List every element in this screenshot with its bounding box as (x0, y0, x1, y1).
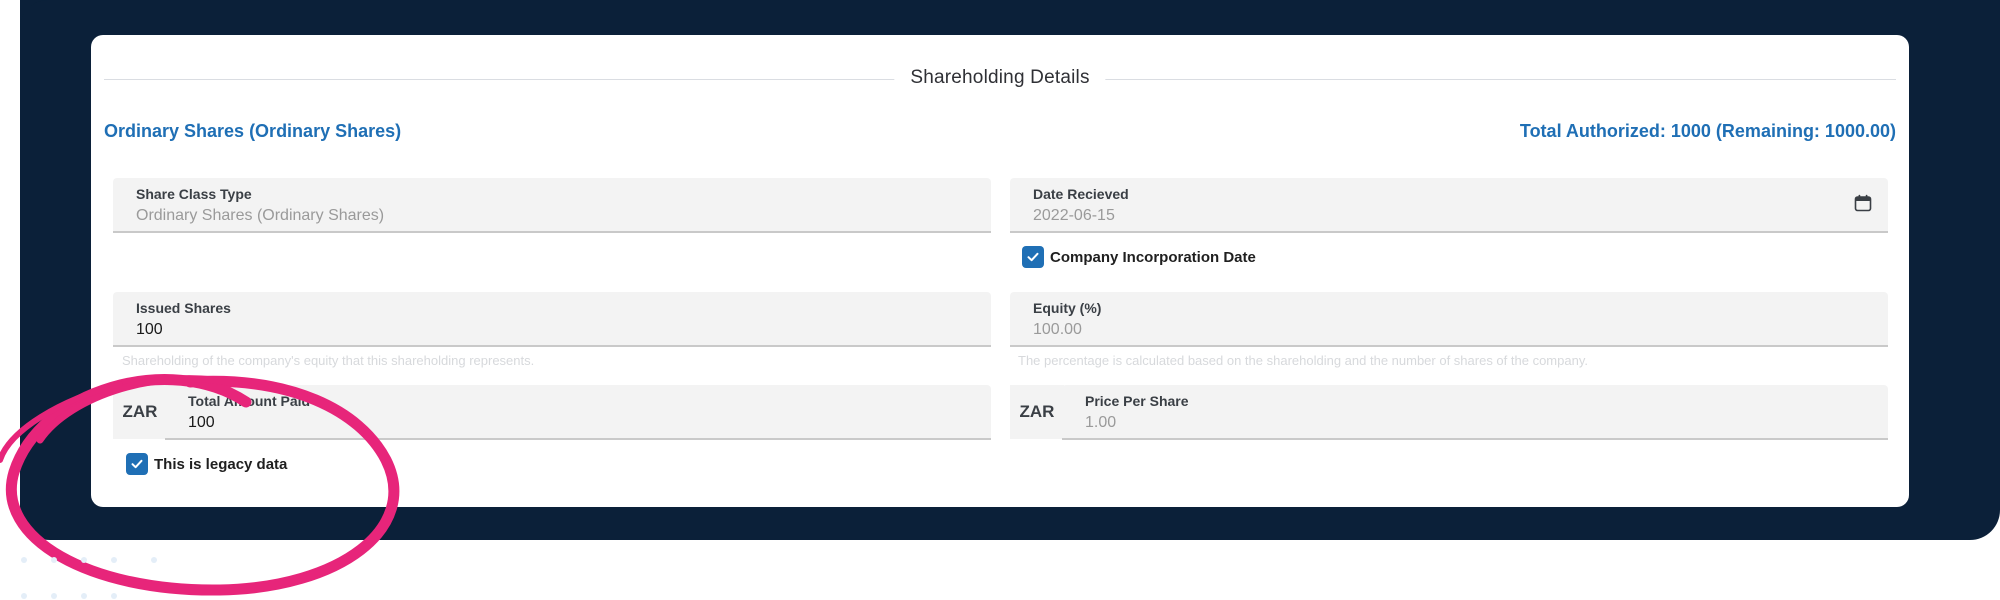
equity-hint: The percentage is calculated based on th… (1018, 353, 1588, 368)
share-class-type-field[interactable]: Share Class Type Ordinary Shares (Ordina… (113, 178, 991, 233)
calendar-icon[interactable] (1854, 194, 1872, 212)
date-received-value: 2022-06-15 (1033, 207, 1115, 224)
issued-shares-label: Issued Shares (136, 300, 231, 316)
total-amount-paid-value: 100 (188, 414, 215, 431)
total-amount-paid-field[interactable]: Total Amount Paid 100 (165, 385, 991, 440)
legacy-data-label: This is legacy data (154, 455, 288, 473)
total-amount-currency: ZAR (113, 385, 167, 439)
section-title: Shareholding Details (894, 67, 1106, 89)
checkmark-icon (131, 459, 143, 469)
price-per-share-field[interactable]: Price Per Share 1.00 (1062, 385, 1888, 440)
share-class-type-value: Ordinary Shares (Ordinary Shares) (136, 207, 385, 224)
issued-shares-field[interactable]: Issued Shares 100 (113, 292, 991, 347)
price-per-share-currency: ZAR (1010, 385, 1064, 439)
section-header: Shareholding Details (104, 67, 1896, 91)
share-class-type-label: Share Class Type (136, 186, 252, 202)
total-amount-paid-label: Total Amount Paid (188, 393, 311, 409)
legacy-data-checkbox[interactable] (126, 453, 148, 475)
decorative-dots (21, 557, 157, 599)
total-authorized: Total Authorized: 1000 (Remaining: 1000.… (1519, 121, 1896, 141)
issued-shares-hint: Shareholding of the company's equity tha… (122, 353, 535, 368)
equity-label: Equity (%) (1033, 300, 1102, 316)
incorporation-date-checkbox-row[interactable]: Company Incorporation Date (1022, 246, 1256, 268)
checkmark-icon (1027, 252, 1039, 262)
frame-corner (20, 0, 60, 40)
share-class-title: Ordinary Shares (Ordinary Shares) (104, 121, 402, 141)
price-per-share-label: Price Per Share (1085, 393, 1189, 409)
date-received-label: Date Recieved (1033, 186, 1129, 202)
legacy-data-checkbox-row[interactable]: This is legacy data (126, 453, 287, 475)
price-per-share-value: 1.00 (1085, 414, 1117, 431)
incorporation-date-label: Company Incorporation Date (1050, 248, 1256, 266)
issued-shares-value: 100 (136, 321, 163, 338)
incorporation-date-checkbox[interactable] (1022, 246, 1044, 268)
date-received-field[interactable]: Date Recieved 2022-06-15 (1010, 178, 1888, 233)
equity-value: 100.00 (1033, 321, 1082, 338)
shareholding-card: Shareholding Details Ordinary Shares (Or… (91, 35, 1909, 507)
equity-field[interactable]: Equity (%) 100.00 (1010, 292, 1888, 347)
